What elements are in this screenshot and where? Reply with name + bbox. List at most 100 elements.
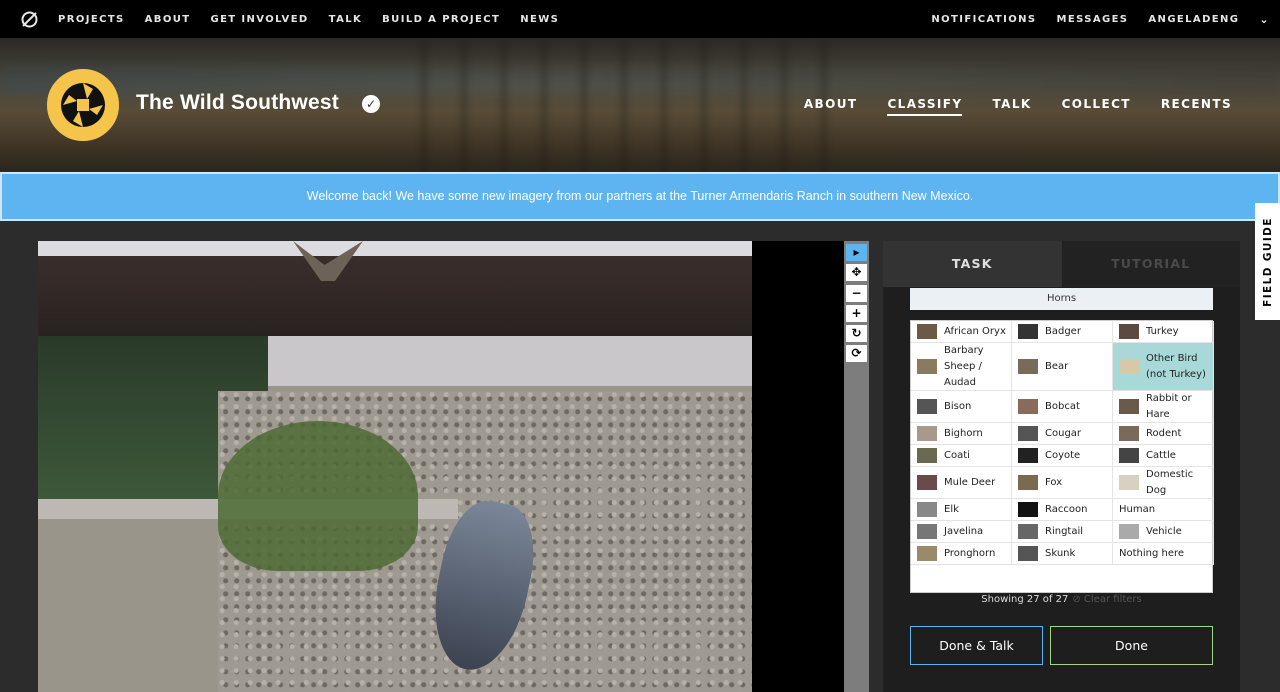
choice-mule-deer[interactable]: Mule Deer	[911, 467, 1012, 499]
subject-image[interactable]	[38, 241, 752, 692]
choice-label: Elk	[944, 503, 959, 515]
choice-label: Ringtail	[1045, 525, 1084, 537]
done-and-talk-button[interactable]: Done & Talk	[910, 626, 1043, 665]
choice-coyote[interactable]: Coyote	[1012, 445, 1113, 467]
choice-thumbnail	[917, 399, 937, 414]
choice-badger[interactable]: Badger	[1012, 321, 1113, 343]
choice-thumbnail	[1119, 475, 1139, 490]
choice-bighorn[interactable]: Bighorn	[911, 423, 1012, 445]
choice-african-oryx[interactable]: African Oryx	[911, 321, 1012, 343]
choice-rabbit-or-hare[interactable]: Rabbit or Hare	[1113, 391, 1214, 423]
nav-notifications[interactable]: NOTIFICATIONS	[931, 14, 1036, 25]
choice-thumbnail	[917, 324, 937, 339]
project-nav-recents[interactable]: RECENTS	[1161, 97, 1232, 116]
choice-thumbnail	[917, 502, 937, 517]
nav-about[interactable]: ABOUT	[145, 14, 191, 25]
choice-thumbnail	[1119, 524, 1139, 539]
viewer-toolbar: ▸ ✥ − + ↻ ⟳	[844, 241, 869, 692]
nav-build-a-project[interactable]: BUILD A PROJECT	[382, 14, 500, 25]
zoom-out-icon[interactable]: −	[846, 285, 867, 302]
choice-thumbnail	[1018, 475, 1038, 490]
choice-label: Barbary Sheep / Audad	[944, 344, 984, 388]
choice-label: Fox	[1045, 476, 1063, 488]
nav-user-menu[interactable]: ANGELADENG	[1148, 14, 1239, 25]
choice-vehicle[interactable]: Vehicle	[1113, 521, 1214, 543]
done-button[interactable]: Done	[1050, 626, 1213, 665]
choice-nothing-here[interactable]: Nothing here	[1113, 543, 1214, 565]
project-nav-collect[interactable]: COLLECT	[1062, 97, 1131, 116]
zoom-in-icon[interactable]: +	[846, 305, 867, 322]
choice-elk[interactable]: Elk	[911, 499, 1012, 521]
choice-domestic-dog[interactable]: Domestic Dog	[1113, 467, 1214, 499]
choice-thumbnail	[1018, 448, 1038, 463]
announcement-banner: Welcome back! We have some new imagery f…	[0, 172, 1280, 221]
choice-label: Vehicle	[1146, 525, 1182, 537]
choice-label: Rabbit or Hare	[1146, 392, 1192, 420]
nav-messages[interactable]: MESSAGES	[1056, 14, 1128, 25]
choice-thumbnail	[917, 475, 937, 490]
choice-pronghorn[interactable]: Pronghorn	[911, 543, 1012, 565]
tab-task[interactable]: TASK	[883, 241, 1062, 287]
choice-label: Nothing here	[1119, 547, 1185, 559]
choice-label: Domestic Dog	[1146, 468, 1194, 496]
reset-icon[interactable]: ⟳	[846, 345, 867, 362]
nav-talk[interactable]: TALK	[329, 14, 363, 25]
choice-label: Skunk	[1045, 547, 1076, 559]
choice-bear[interactable]: Bear	[1012, 343, 1113, 391]
choice-thumbnail	[1018, 399, 1038, 414]
choice-thumbnail	[1018, 426, 1038, 441]
project-nav-talk[interactable]: TALK	[992, 97, 1031, 116]
nav-get-involved[interactable]: GET INVOLVED	[210, 14, 308, 25]
choice-cattle[interactable]: Cattle	[1113, 445, 1214, 467]
choice-thumbnail	[1119, 448, 1139, 463]
choice-thumbnail	[1018, 502, 1038, 517]
choice-ringtail[interactable]: Ringtail	[1012, 521, 1113, 543]
choice-thumbnail	[917, 524, 937, 539]
choice-raccoon[interactable]: Raccoon	[1012, 499, 1113, 521]
pan-tool-icon[interactable]: ✥	[846, 264, 867, 281]
subject-viewer-padding	[752, 241, 845, 692]
choice-label: Javelina	[944, 525, 984, 537]
choice-label: Bison	[944, 400, 972, 412]
zooniverse-logo-icon[interactable]	[20, 10, 39, 29]
choice-thumbnail	[917, 359, 937, 374]
nav-projects[interactable]: PROJECTS	[58, 14, 125, 25]
choice-fox[interactable]: Fox	[1012, 467, 1113, 499]
project-nav-classify[interactable]: CLASSIFY	[887, 97, 963, 116]
choice-grid: African Oryx Badger Turkey Barbary Sheep / …	[910, 320, 1214, 593]
choice-human[interactable]: Human	[1113, 499, 1214, 521]
choice-cougar[interactable]: Cougar	[1012, 423, 1113, 445]
choice-other-bird-not-turkey[interactable]: Other Bird (not Turkey)	[1113, 343, 1214, 391]
choice-javelina[interactable]: Javelina	[911, 521, 1012, 543]
project-nav-about[interactable]: ABOUT	[804, 97, 858, 116]
clear-filters-link[interactable]: ⊘ Clear filters	[1072, 594, 1141, 605]
choice-turkey[interactable]: Turkey	[1113, 321, 1214, 343]
choice-rodent[interactable]: Rodent	[1113, 423, 1214, 445]
characteristic-filter[interactable]: Horns	[910, 288, 1213, 310]
choice-label: Rodent	[1146, 427, 1182, 439]
field-guide-tab[interactable]: FIELD GUIDE	[1255, 203, 1280, 320]
choice-bobcat[interactable]: Bobcat	[1012, 391, 1113, 423]
pointer-tool-icon[interactable]: ▸	[846, 244, 867, 261]
choice-label: Coati	[944, 449, 970, 461]
choice-label: Bighorn	[944, 427, 983, 439]
choice-barbary-sheep-audad[interactable]: Barbary Sheep / Audad	[911, 343, 1012, 391]
choice-bison[interactable]: Bison	[911, 391, 1012, 423]
choice-label: Coyote	[1045, 449, 1081, 461]
chevron-down-icon[interactable]: ⌄	[1259, 13, 1270, 26]
project-title: The Wild Southwest	[136, 91, 339, 114]
nav-news[interactable]: NEWS	[520, 14, 559, 25]
choice-thumbnail	[1119, 399, 1139, 414]
choice-coati[interactable]: Coati	[911, 445, 1012, 467]
choice-label: Cattle	[1146, 449, 1176, 461]
choice-thumbnail	[1018, 324, 1038, 339]
tab-tutorial[interactable]: TUTORIAL	[1061, 241, 1240, 287]
choice-thumbnail	[1119, 359, 1139, 374]
verified-badge-icon: ✓	[362, 95, 380, 113]
zooniverse-topnav: PROJECTS ABOUT GET INVOLVED TALK BUILD A…	[0, 0, 1280, 38]
rotate-icon[interactable]: ↻	[846, 325, 867, 342]
project-avatar[interactable]	[47, 69, 119, 141]
choice-skunk[interactable]: Skunk	[1012, 543, 1113, 565]
choice-thumbnail	[1018, 546, 1038, 561]
choice-label: Other Bird (not Turkey)	[1146, 352, 1206, 380]
